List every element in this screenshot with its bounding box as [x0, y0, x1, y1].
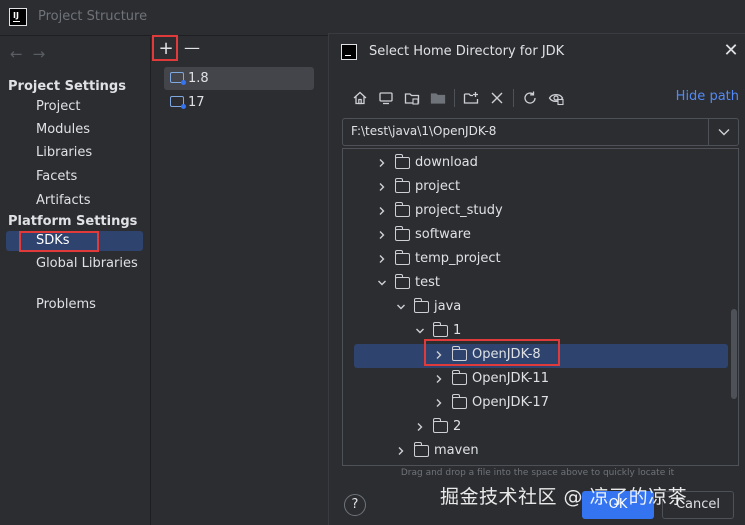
drag-drop-hint: Drag and drop a file into the space abov…: [400, 468, 675, 478]
watermark-text: 掘金技术社区 @ 凉了的凉茶: [440, 486, 688, 508]
folder-icon: [395, 274, 410, 289]
nav-item-artifacts[interactable]: Artifacts: [36, 193, 91, 208]
toolbar-separator: [454, 89, 455, 107]
folder-icon: [395, 154, 410, 169]
folder-icon: [395, 202, 410, 217]
tree-row-label: software: [415, 227, 471, 242]
remove-sdk-button[interactable]: —: [182, 37, 202, 61]
sdk-list-panel: + — 1.8 17: [152, 35, 328, 525]
sdk-item[interactable]: 1.8: [164, 67, 314, 90]
show-hidden-icon[interactable]: [543, 86, 569, 110]
nav-heading-platform-settings: Platform Settings: [8, 214, 138, 229]
hide-path-link[interactable]: Hide path: [676, 89, 739, 104]
help-button[interactable]: ?: [344, 494, 366, 516]
tree-row-label: test: [415, 275, 440, 290]
new-folder-icon[interactable]: [458, 86, 484, 110]
toolbar-separator: [513, 89, 514, 107]
sdk-item-label: 1.8: [188, 71, 209, 86]
folder-icon: [395, 250, 410, 265]
chevron-down-icon[interactable]: [377, 278, 387, 288]
tree-row-label: OpenJDK-17: [472, 395, 549, 410]
tree-row[interactable]: 2: [343, 416, 738, 440]
select-jdk-dialog: Select Home Directory for JDK ✕ Hide pat…: [328, 33, 745, 525]
folder-icon: [414, 298, 429, 313]
dialog-logo-icon: [341, 44, 357, 60]
tree-row-label: temp_project: [415, 251, 501, 266]
path-dropdown-button[interactable]: [708, 119, 738, 145]
sdk-item-label: 17: [188, 95, 205, 110]
directory-tree: download project project_study software temp…: [342, 148, 739, 466]
tree-row[interactable]: project_study: [343, 200, 738, 224]
chevron-right-icon[interactable]: [396, 446, 406, 456]
path-input[interactable]: [351, 124, 701, 138]
tree-row[interactable]: download: [343, 152, 738, 176]
project-folder-icon[interactable]: [399, 86, 425, 110]
chevron-right-icon[interactable]: [377, 158, 387, 168]
highlight-box-sdks: [19, 231, 99, 252]
tree-row[interactable]: software: [343, 224, 738, 248]
tree-row[interactable]: test: [343, 272, 738, 296]
chevron-right-icon[interactable]: [434, 374, 444, 384]
close-icon[interactable]: ✕: [721, 40, 741, 62]
tree-row-label: project: [415, 179, 461, 194]
nav-item-project[interactable]: Project: [36, 99, 80, 114]
window-title: Project Structure: [38, 9, 148, 24]
folder-icon: [452, 370, 467, 385]
chevron-right-icon[interactable]: [377, 230, 387, 240]
tree-row-label: OpenJDK-11: [472, 371, 549, 386]
settings-nav: ← → Project Settings Project Modules Libr…: [0, 37, 151, 525]
nav-history: ← →: [10, 45, 55, 63]
file-chooser-toolbar: [347, 86, 569, 110]
sdk-item[interactable]: 17: [164, 91, 314, 114]
folder-icon: [433, 322, 448, 337]
jdk-folder-icon: [170, 96, 186, 109]
nav-item-facets[interactable]: Facets: [36, 169, 77, 184]
folder-icon: [452, 394, 467, 409]
chevron-right-icon[interactable]: [415, 422, 425, 432]
tree-row-label: 2: [453, 419, 462, 434]
chevron-down-icon[interactable]: [396, 302, 406, 312]
chevron-right-icon[interactable]: [377, 182, 387, 192]
tree-row[interactable]: OpenJDK-11: [343, 368, 738, 392]
tree-row-label: project_study: [415, 203, 503, 218]
folder-icon: [395, 178, 410, 193]
path-combobox[interactable]: [342, 118, 739, 146]
tree-row[interactable]: OpenJDK-17: [343, 392, 738, 416]
nav-item-libraries[interactable]: Libraries: [36, 145, 92, 160]
tree-row[interactable]: maven: [343, 440, 738, 464]
highlight-box-openjdk-8: [424, 339, 560, 366]
chevron-right-icon[interactable]: [377, 254, 387, 264]
tree-row-label: maven: [434, 443, 479, 458]
tree-row[interactable]: java: [343, 296, 738, 320]
tree-row-label: java: [434, 299, 462, 314]
refresh-icon[interactable]: [517, 86, 543, 110]
nav-item-global-libraries[interactable]: Global Libraries: [36, 256, 138, 271]
highlight-box-add: [152, 35, 178, 61]
tree-row[interactable]: temp_project: [343, 248, 738, 272]
chevron-down-icon: [718, 129, 730, 136]
folder-icon: [395, 226, 410, 241]
nav-item-problems[interactable]: Problems: [36, 297, 96, 312]
tree-row[interactable]: project: [343, 176, 738, 200]
back-arrow-icon[interactable]: ←: [10, 45, 23, 63]
nav-heading-project-settings: Project Settings: [8, 79, 126, 94]
module-folder-icon[interactable]: [425, 86, 451, 110]
tree-row-label: download: [415, 155, 478, 170]
chevron-down-icon[interactable]: [415, 326, 425, 336]
delete-icon[interactable]: [484, 86, 510, 110]
chevron-right-icon[interactable]: [377, 206, 387, 216]
tree-row-label: 1: [453, 323, 462, 338]
jdk-folder-icon: [170, 72, 186, 85]
folder-icon: [433, 418, 448, 433]
home-icon[interactable]: [347, 86, 373, 110]
dialog-title: Select Home Directory for JDK: [369, 44, 565, 59]
forward-arrow-icon[interactable]: →: [33, 45, 46, 63]
intellij-logo-icon: IJ: [9, 8, 27, 26]
chevron-right-icon[interactable]: [434, 398, 444, 408]
folder-icon: [414, 442, 429, 457]
desktop-icon[interactable]: [373, 86, 399, 110]
nav-item-modules[interactable]: Modules: [36, 122, 90, 137]
window-titlebar: IJ Project Structure: [0, 0, 745, 36]
